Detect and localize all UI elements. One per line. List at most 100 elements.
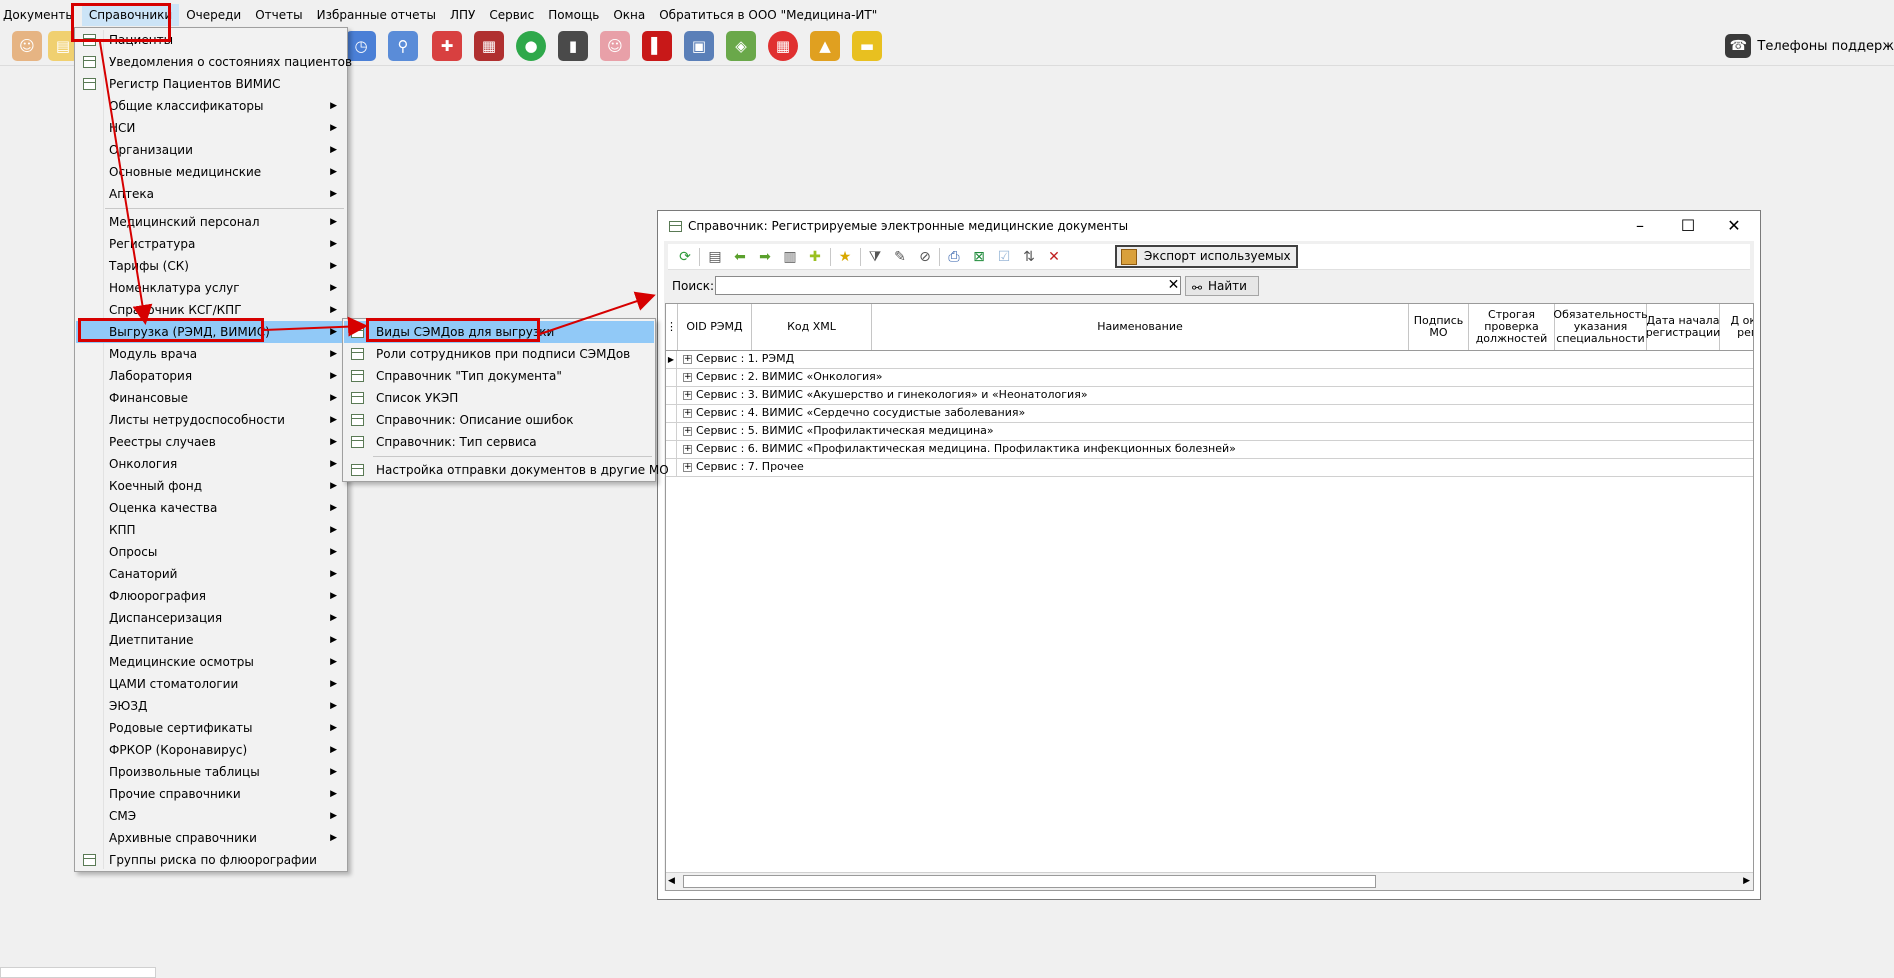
menu-item[interactable]: Основные медицинские ▶ <box>76 161 346 183</box>
support-phones[interactable]: ☎ Телефоны поддерж <box>1725 34 1894 58</box>
red-book-icon[interactable]: ▌ <box>642 31 672 61</box>
clear-search-icon[interactable]: ✕ <box>1167 277 1180 294</box>
clear-filter-icon[interactable]: ⊘ <box>916 248 934 266</box>
expand-icon[interactable]: + <box>683 427 692 436</box>
menu-item[interactable]: Справочник КСГ/КПГ ▶ <box>76 299 346 321</box>
expand-icon[interactable]: + <box>683 445 692 454</box>
menu-favorite-reports[interactable]: Избранные отчеты <box>310 4 443 26</box>
menu-item[interactable]: Коечный фонд ▶ <box>76 475 346 497</box>
menu-item[interactable]: Диетпитание ▶ <box>76 629 346 651</box>
row-selector-header[interactable]: ⋮ <box>666 304 678 350</box>
group-row[interactable]: ▶ + Сервис : 1. РЭМД <box>666 351 1753 369</box>
menu-item[interactable]: Пациенты <box>76 29 346 51</box>
menu-item[interactable]: ФРКОР (Коронавирус) ▶ <box>76 739 346 761</box>
add-star-icon[interactable]: ✚ <box>806 248 824 266</box>
bag-badge-icon[interactable]: ◈ <box>726 31 756 61</box>
search-user-icon[interactable]: ⚲ <box>388 31 418 61</box>
filter-icon[interactable]: ⧩ <box>866 248 884 266</box>
menu-item[interactable]: Опросы ▶ <box>76 541 346 563</box>
group-row[interactable]: + Сервис : 3. ВИМИС «Акушерство и гинеко… <box>666 387 1753 405</box>
window-titlebar[interactable]: Справочник: Регистрируемые электронные м… <box>658 211 1760 241</box>
refresh-icon[interactable]: ⟳ <box>676 248 694 266</box>
favorite-star-icon[interactable]: ★ <box>836 248 854 266</box>
menu-item[interactable]: Архивные справочники ▶ <box>76 827 346 849</box>
expand-icon[interactable]: + <box>683 463 692 472</box>
expand-icon[interactable]: + <box>683 409 692 418</box>
chat-icon[interactable]: ▬ <box>852 31 882 61</box>
maximize-button[interactable]: ☐ <box>1666 214 1710 238</box>
group-row[interactable]: + Сервис : 4. ВИМИС «Сердечно сосудистые… <box>666 405 1753 423</box>
submenu-item[interactable]: Настройка отправки документов в другие М… <box>344 459 669 481</box>
menu-references[interactable]: Справочники <box>81 4 180 26</box>
nurse-icon[interactable]: ☺ <box>600 31 630 61</box>
menu-documents[interactable]: Документы <box>0 4 82 26</box>
submenu-item[interactable]: Виды СЭМДов для выгрузки <box>344 321 654 343</box>
excel-icon[interactable]: ⊠ <box>970 248 988 266</box>
horizontal-scrollbar[interactable]: ◀ ▶ <box>666 872 1753 890</box>
edit-filter-icon[interactable]: ✎ <box>891 248 909 266</box>
find-button[interactable]: ⚯ Найти <box>1185 276 1259 296</box>
menu-item[interactable]: Тарифы (СК) ▶ <box>76 255 346 277</box>
column-end-date[interactable]: Д оконч регис <box>1720 304 1753 350</box>
menu-item[interactable]: Реестры случаев ▶ <box>76 431 346 453</box>
group-row[interactable]: + Сервис : 7. Прочее <box>666 459 1753 477</box>
column-specialty-required[interactable]: Обязательность указания специальности <box>1553 304 1648 350</box>
menu-item[interactable]: ЦАМИ стоматологии ▶ <box>76 673 346 695</box>
menu-item[interactable]: Произвольные таблицы ▶ <box>76 761 346 783</box>
menu-item[interactable]: ЭЮЗД ▶ <box>76 695 346 717</box>
menu-item[interactable]: Модуль врача ▶ <box>76 343 346 365</box>
group-row[interactable]: + Сервис : 5. ВИМИС «Профилактическая ме… <box>666 423 1753 441</box>
window-calendar-icon[interactable]: ▣ <box>684 31 714 61</box>
close-button[interactable]: ✕ <box>1712 214 1756 238</box>
scanner-icon[interactable]: ▮ <box>558 31 588 61</box>
menu-item[interactable]: Родовые сертификаты ▶ <box>76 717 346 739</box>
delete-filter-icon[interactable]: ✕ <box>1045 248 1063 266</box>
menu-item[interactable]: Уведомления о состояниях пациентов <box>76 51 352 73</box>
column-start-date[interactable]: Дата начала регистрации <box>1646 304 1720 350</box>
menu-item[interactable]: Регистратура ▶ <box>76 233 346 255</box>
search-input[interactable] <box>715 276 1181 295</box>
menu-windows[interactable]: Окна <box>606 4 652 26</box>
menu-item[interactable]: КПП ▶ <box>76 519 346 541</box>
menu-service[interactable]: Сервис <box>482 4 541 26</box>
columns-icon[interactable]: ▥ <box>781 248 799 266</box>
menu-item[interactable]: Аптека ▶ <box>76 183 346 205</box>
menu-item[interactable]: Организации ▶ <box>76 139 346 161</box>
column-name[interactable]: Наименование <box>872 304 1409 350</box>
scroll-thumb[interactable] <box>683 875 1376 888</box>
menu-item[interactable]: Медицинские осмотры ▶ <box>76 651 346 673</box>
medical-card-icon[interactable]: ✚ <box>432 31 462 61</box>
grid-app-icon[interactable]: ▦ <box>768 31 798 61</box>
scroll-right-icon[interactable]: ▶ <box>1743 876 1750 886</box>
print-icon[interactable]: ⎙ <box>945 248 963 266</box>
menu-item[interactable]: Лаборатория ▶ <box>76 365 346 387</box>
menu-item[interactable]: Санаторий ▶ <box>76 563 346 585</box>
check-icon[interactable]: ☑ <box>995 248 1013 266</box>
menu-item[interactable]: Листы нетрудоспособности ▶ <box>76 409 346 431</box>
column-mo-signature[interactable]: Подпись МО <box>1409 304 1469 350</box>
column-strict-check[interactable]: Строгая проверка должностей <box>1469 304 1555 350</box>
minimize-button[interactable]: – <box>1618 214 1662 238</box>
expand-icon[interactable]: + <box>683 355 692 364</box>
menu-item[interactable]: Номенклатура услуг ▶ <box>76 277 346 299</box>
group-row[interactable]: + Сервис : 6. ВИМИС «Профилактическая ме… <box>666 441 1753 459</box>
menu-item[interactable]: Прочие справочники ▶ <box>76 783 346 805</box>
menu-item[interactable]: Диспансеризация ▶ <box>76 607 346 629</box>
menu-item[interactable]: НСИ ▶ <box>76 117 346 139</box>
expand-icon[interactable]: + <box>683 391 692 400</box>
sort-icon[interactable]: ⇅ <box>1020 248 1038 266</box>
arrow-right-icon[interactable]: ➡ <box>756 248 774 266</box>
export-used-button[interactable]: Экспорт используемых <box>1115 245 1298 268</box>
submenu-item[interactable]: Список УКЭП <box>344 387 654 409</box>
submenu-item[interactable]: Справочник: Описание ошибок <box>344 409 654 431</box>
menu-contact[interactable]: Обратиться в ООО "Медицина-ИТ" <box>652 4 884 26</box>
lock-icon[interactable]: ▲ <box>810 31 840 61</box>
menu-reports[interactable]: Отчеты <box>248 4 309 26</box>
books-icon[interactable]: ▦ <box>474 31 504 61</box>
taskbar-item[interactable] <box>0 967 156 978</box>
menu-item[interactable]: Оценка качества ▶ <box>76 497 346 519</box>
menu-lpu[interactable]: ЛПУ <box>443 4 482 26</box>
menu-item[interactable]: Общие классификаторы ▶ <box>76 95 346 117</box>
column-oid[interactable]: OID РЭМД <box>678 304 752 350</box>
expand-icon[interactable]: + <box>683 373 692 382</box>
